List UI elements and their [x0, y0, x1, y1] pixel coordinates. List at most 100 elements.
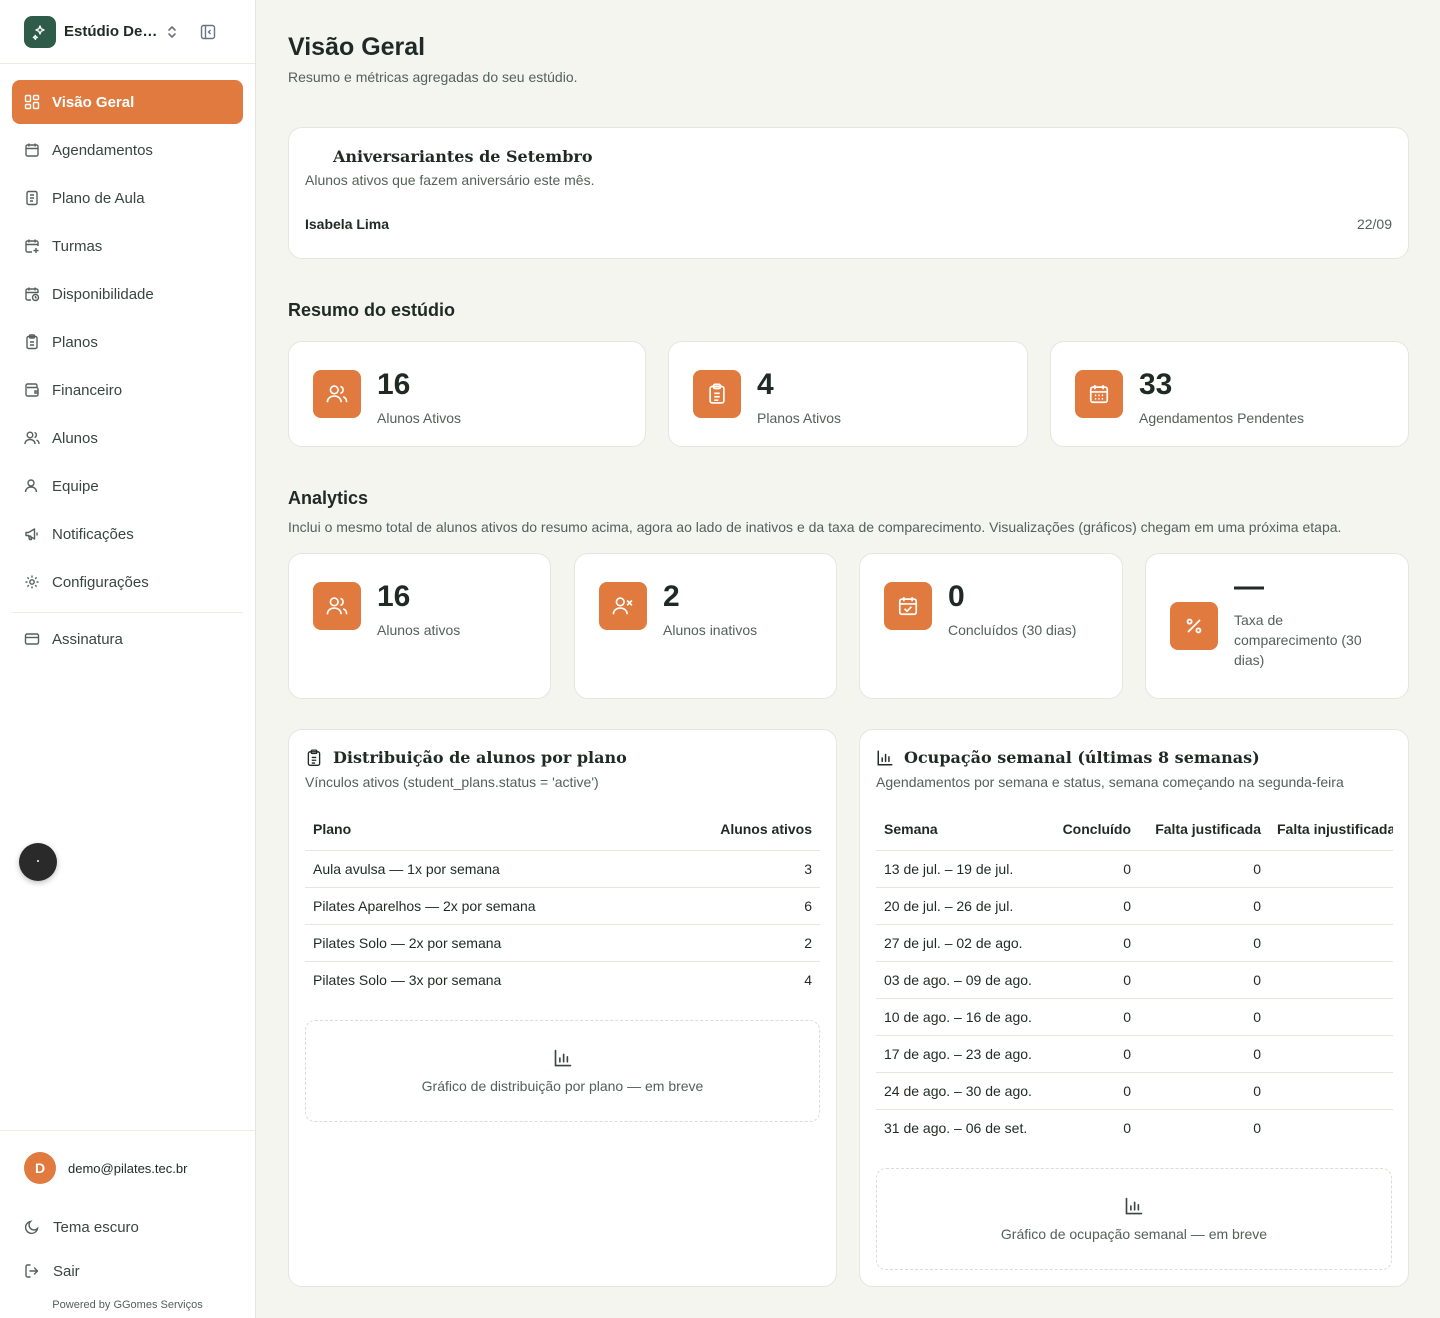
stat-value: 2: [663, 580, 680, 613]
cell-concluido: 0: [1052, 1035, 1139, 1073]
bar-chart-icon: [553, 1048, 573, 1068]
clipboard-list-icon: [305, 748, 323, 767]
table-row: 17 de ago. – 23 de ago. 0 0: [876, 1035, 1393, 1073]
sidebar-item-label: Equipe: [52, 477, 99, 495]
sidebar-item-label: Alunos: [52, 429, 98, 447]
stat-label: Alunos ativos: [377, 622, 461, 638]
table-row: 13 de jul. – 19 de jul. 0 0: [876, 850, 1393, 888]
cell-falta-injustificada: [1269, 1109, 1393, 1146]
cell-falta-injustificada: [1269, 961, 1393, 999]
cell-semana: 27 de jul. – 02 de ago.: [876, 924, 1052, 962]
birthday-entry: Isabela Lima 22/09: [305, 216, 1392, 232]
user-icon: [24, 478, 40, 494]
cell-plano: Pilates Aparelhos — 2x por semana: [305, 887, 660, 925]
stat-value: 4: [757, 368, 774, 401]
cell-falta-injustificada: [1269, 998, 1393, 1036]
theme-toggle[interactable]: Tema escuro: [24, 1205, 231, 1249]
occupancy-title: Ocupação semanal (últimas 8 semanas): [904, 748, 1260, 767]
cell-plano: Pilates Solo — 3x por semana: [313, 971, 502, 988]
users-icon: [313, 582, 361, 630]
distribution-chart-placeholder: Gráfico de distribuição por plano — em b…: [305, 1020, 820, 1122]
cell-falta-justificada: 0: [1139, 887, 1269, 925]
column-header-semana: Semana: [876, 808, 1052, 851]
stat-label: Alunos Ativos: [377, 410, 462, 426]
occupancy-table: Semana Concluído Falta justificada Falta…: [876, 808, 1393, 1146]
floating-action-button[interactable]: [19, 843, 57, 881]
credit-card-icon: [24, 631, 40, 647]
stat-label: Agendamentos Pendentes: [1139, 410, 1305, 426]
table-row: Aula avulsa — 1x por semana 3: [305, 850, 820, 888]
sidebar-item-label: Disponibilidade: [52, 285, 154, 303]
table-row: 20 de jul. – 26 de jul. 0 0: [876, 887, 1393, 925]
sidebar-item-label: Assinatura: [52, 630, 123, 648]
birthdays-title: Aniversariantes de Setembro: [333, 147, 593, 166]
sidebar-item-alunos[interactable]: Alunos: [12, 416, 243, 460]
chevrons-up-down-icon: [166, 25, 178, 39]
sidebar-footer: D demo@pilates.tec.br Tema escuro Sair P…: [0, 1130, 255, 1311]
distribution-subtitle: Vínculos ativos (student_plans.status = …: [305, 774, 599, 790]
sidebar-item-notificacoes[interactable]: Notificações: [12, 512, 243, 556]
cell-plano: Pilates Solo — 2x por semana: [305, 924, 660, 962]
percent-icon: [1170, 602, 1218, 650]
stat-value: 16: [377, 368, 411, 401]
bar-chart-icon: [876, 749, 894, 767]
sidebar-item-label: Configurações: [52, 573, 149, 591]
megaphone-icon: [24, 526, 40, 542]
stat-label: Alunos inativos: [663, 622, 758, 638]
sidebar-item-label: Agendamentos: [52, 141, 153, 159]
sidebar-item-disponibilidade[interactable]: Disponibilidade: [12, 272, 243, 316]
studio-switcher[interactable]: Estúdio Demo: [0, 0, 255, 64]
calendar-check-icon: [884, 582, 932, 630]
sidebar-item-equipe[interactable]: Equipe: [12, 464, 243, 508]
cell-concluido: 0: [1052, 850, 1139, 888]
cell-concluido: 0: [1052, 887, 1139, 925]
users-icon: [24, 430, 40, 446]
analytics-card-ativos: 16 Alunos ativos: [288, 553, 551, 699]
analytics-card-taxa: — Taxa de comparecimento (30 dias): [1145, 553, 1409, 699]
moon-icon: [24, 1219, 40, 1235]
sidebar-item-planos[interactable]: Planos: [12, 320, 243, 364]
sidebar-item-configuracoes[interactable]: Configurações: [12, 560, 243, 604]
sidebar-item-visao-geral[interactable]: Visão Geral: [12, 80, 243, 124]
sidebar: Estúdio Demo Visão Geral Agendamentos Pl…: [0, 0, 256, 1318]
stat-label: Concluídos (30 dias): [948, 622, 1077, 638]
sidebar-item-assinatura[interactable]: Assinatura: [12, 617, 243, 661]
page-subtitle: Resumo e métricas agregadas do seu estúd…: [288, 69, 578, 85]
cell-semana: 20 de jul. – 26 de jul.: [876, 887, 1052, 925]
occupancy-card: Ocupação semanal (últimas 8 semanas) Age…: [859, 729, 1409, 1287]
user-menu[interactable]: D demo@pilates.tec.br: [24, 1131, 231, 1205]
stat-label: Taxa de comparecimento (30 dias): [1234, 612, 1362, 668]
cell-semana: 13 de jul. – 19 de jul.: [876, 850, 1052, 888]
sidebar-collapse-icon[interactable]: [200, 24, 216, 40]
cell-concluido: 0: [1052, 998, 1139, 1036]
cell-semana: 10 de ago. – 16 de ago.: [876, 998, 1052, 1036]
stat-label: Planos Ativos: [757, 410, 842, 426]
column-header-alunos: Alunos ativos: [659, 808, 820, 851]
table-row: 24 de ago. – 30 de ago. 0 0: [876, 1072, 1393, 1110]
cell-falta-injustificada: [1269, 1035, 1393, 1073]
table-header: Plano Alunos ativos: [305, 808, 820, 851]
theme-toggle-label: Tema escuro: [53, 1218, 139, 1236]
sidebar-item-financeiro[interactable]: Financeiro: [12, 368, 243, 412]
birthdays-card: Aniversariantes de Setembro Alunos ativo…: [288, 127, 1409, 259]
table-row: 27 de jul. – 02 de ago. 0 0: [876, 924, 1393, 962]
cell-count: 4: [804, 971, 812, 988]
occupancy-table-scroll[interactable]: Semana Concluído Falta justificada Falta…: [876, 808, 1393, 1146]
users-icon: [313, 370, 361, 418]
table-header: Semana Concluído Falta justificada Falta…: [876, 808, 1393, 851]
logout-button[interactable]: Sair: [24, 1249, 231, 1293]
sidebar-item-label: Turmas: [52, 237, 103, 255]
bar-chart-icon: [1124, 1196, 1144, 1216]
birthday-name: Isabela Lima: [305, 216, 390, 232]
logout-icon: [24, 1263, 40, 1279]
sidebar-nav: Visão Geral Agendamentos Plano de Aula T…: [0, 64, 255, 661]
sidebar-item-plano-de-aula[interactable]: Plano de Aula: [12, 176, 243, 220]
summary-card-planos: 4 Planos Ativos: [668, 341, 1028, 447]
column-header-concluido: Concluído: [1052, 808, 1139, 851]
cell-falta-injustificada: [1269, 1072, 1393, 1110]
cell-falta-injustificada: [1269, 850, 1393, 888]
analytics-subtitle: Inclui o mesmo total de alunos ativos do…: [288, 519, 1342, 535]
sidebar-item-agendamentos[interactable]: Agendamentos: [12, 128, 243, 172]
sidebar-item-turmas[interactable]: Turmas: [12, 224, 243, 268]
table-row: Pilates Solo — 2x por semana 2: [305, 924, 820, 962]
